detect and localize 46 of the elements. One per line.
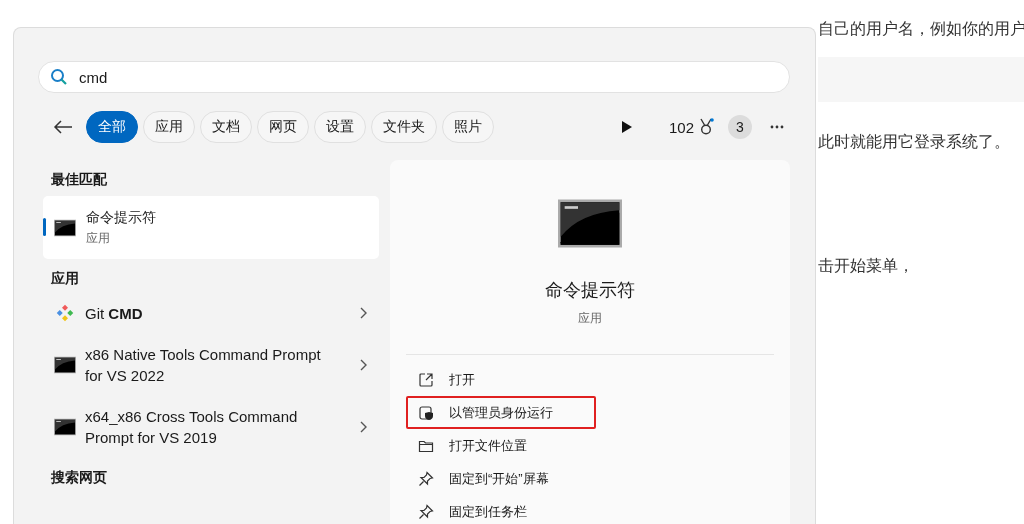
app-result-item[interactable]: x64_x86 Cross Tools Command Prompt for VS 2019 xyxy=(43,396,379,458)
medal-icon xyxy=(698,118,714,136)
app-result-item[interactable]: x86 Native Tools Command Prompt for VS 2022 xyxy=(43,334,379,396)
action-item[interactable]: 以管理员身份运行 xyxy=(406,396,596,429)
filter-tab[interactable]: 应用 xyxy=(143,111,195,143)
more-icon[interactable] xyxy=(770,125,784,129)
external-link-icon xyxy=(418,371,434,388)
action-item[interactable]: 打开 xyxy=(406,363,596,396)
console-icon xyxy=(54,418,76,436)
filter-tab[interactable]: 设置 xyxy=(314,111,366,143)
console-icon xyxy=(558,197,622,250)
filter-tab[interactable]: 全部 xyxy=(86,111,138,143)
section-heading: 应用 xyxy=(51,270,80,288)
shield-window-icon xyxy=(418,404,434,421)
action-item[interactable]: 打开文件位置 xyxy=(406,429,596,462)
search-field[interactable]: cmd xyxy=(38,61,790,93)
pin-icon xyxy=(418,503,434,520)
filter-tab[interactable]: 照片 xyxy=(442,111,494,143)
article-text: 击开始菜单， xyxy=(818,256,915,276)
chevron-icon xyxy=(359,307,367,319)
app-type: 应用 xyxy=(578,310,602,327)
section-heading: 最佳匹配 xyxy=(51,171,108,189)
search-icon xyxy=(50,68,68,86)
action-item[interactable]: 固定到任务栏 xyxy=(406,495,596,524)
back-arrow-icon[interactable] xyxy=(53,119,73,135)
section-heading: 搜索网页 xyxy=(51,469,108,487)
best-match-item[interactable]: 命令提示符 应用 xyxy=(43,196,379,259)
article-text: 自己的用户名，例如你的用户 xyxy=(818,19,1024,39)
filter-tab[interactable]: 文档 xyxy=(200,111,252,143)
app-type: 应用 xyxy=(86,229,111,247)
action-item[interactable]: 固定到“开始”屏幕 xyxy=(406,462,596,495)
notification-badge[interactable]: 3 xyxy=(728,115,752,139)
console-icon xyxy=(54,356,76,374)
points-count: 102 xyxy=(668,118,694,136)
article-text: 此时就能用它登录系统了。 xyxy=(818,132,1011,152)
app-title: 命令提示符 xyxy=(545,279,635,302)
chevron-icon xyxy=(359,421,367,433)
app-name: 命令提示符 xyxy=(86,208,156,227)
console-icon xyxy=(54,218,76,237)
play-icon[interactable] xyxy=(620,120,633,134)
filter-tab[interactable]: 文件夹 xyxy=(371,111,437,143)
app-result-item[interactable]: Git CMD xyxy=(43,292,379,334)
pin-icon xyxy=(418,470,434,487)
filter-tab[interactable]: 网页 xyxy=(257,111,309,143)
git-icon xyxy=(54,304,76,322)
chevron-icon xyxy=(359,359,367,371)
